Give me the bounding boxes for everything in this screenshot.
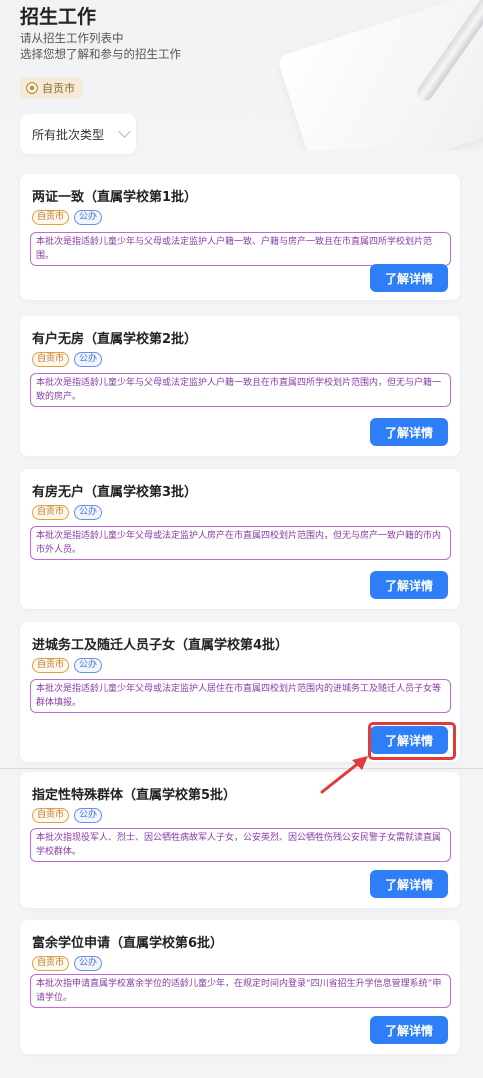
page-subtitle: 请从招生工作列表中 选择您想了解和参与的招生工作: [20, 30, 181, 62]
type-tag: 公办: [74, 808, 103, 823]
card-description: 本批次是指适龄儿童少年父母或法定监护人居住在市直属四校划片范围内的进城务工及随迁…: [30, 679, 451, 713]
card-title: 指定性特殊群体（直属学校第5批）: [32, 788, 237, 803]
card-batch-5: 指定性特殊群体（直属学校第5批） 自贡市 公办 本批次指现役军人、烈士、因公牺牲…: [20, 772, 460, 908]
card-description: 本批次指申请直属学校富余学位的适龄儿童少年，在规定时间内登录“四川省招生升学信息…: [30, 974, 451, 1008]
subtitle-line-1: 请从招生工作列表中: [20, 31, 124, 45]
header-decoration: [253, 0, 483, 150]
location-pin-icon: [26, 82, 38, 94]
card-title: 两证一致（直属学校第1批）: [32, 190, 198, 205]
card-tags: 自贡市 公办: [32, 352, 103, 367]
detail-button[interactable]: 了解详情: [370, 1016, 448, 1044]
card-description: 本批次指现役军人、烈士、因公牺牲病故军人子女，公安英烈、因公牺牲伤残公安民警子女…: [30, 828, 451, 862]
card-title: 富余学位申请（直属学校第6批）: [32, 936, 224, 951]
page-title: 招生工作: [20, 6, 97, 28]
page: 招生工作 请从招生工作列表中 选择您想了解和参与的招生工作 自贡市 所有批次类型…: [0, 0, 483, 1078]
card-title: 进城务工及随迁人员子女（直属学校第4批）: [32, 638, 289, 653]
screenshot-divider: [0, 768, 483, 769]
card-tags: 自贡市 公办: [32, 210, 103, 225]
location-label: 自贡市: [42, 82, 75, 95]
region-tag: 自贡市: [32, 505, 70, 520]
card-title: 有户无房（直属学校第2批）: [32, 332, 198, 347]
batch-type-select[interactable]: 所有批次类型: [20, 114, 136, 154]
type-tag: 公办: [74, 658, 103, 673]
annotation-arrow-icon: [320, 756, 368, 794]
card-batch-2: 有户无房（直属学校第2批） 自贡市 公办 本批次是指适龄儿童少年与父母或法定监护…: [20, 316, 460, 456]
type-tag: 公办: [74, 210, 103, 225]
region-tag: 自贡市: [32, 956, 70, 971]
card-tags: 自贡市 公办: [32, 808, 103, 823]
paper-illustration: [276, 0, 483, 150]
region-tag: 自贡市: [32, 210, 70, 225]
card-batch-4: 进城务工及随迁人员子女（直属学校第4批） 自贡市 公办 本批次是指适龄儿童少年父…: [20, 622, 460, 762]
detail-button[interactable]: 了解详情: [370, 418, 448, 446]
region-tag: 自贡市: [32, 808, 70, 823]
detail-button[interactable]: 了解详情: [370, 571, 448, 599]
type-tag: 公办: [74, 352, 103, 367]
card-batch-6: 富余学位申请（直属学校第6批） 自贡市 公办 本批次指申请直属学校富余学位的适龄…: [20, 920, 460, 1054]
detail-button[interactable]: 了解详情: [370, 726, 448, 754]
card-description: 本批次是指适龄儿童少年与父母或法定监护人户籍一致且在市直属四所学校划片范围内，但…: [30, 373, 451, 407]
card-batch-3: 有房无户（直属学校第3批） 自贡市 公办 本批次是指适龄儿童少年父母或法定监护人…: [20, 469, 460, 609]
card-tags: 自贡市 公办: [32, 505, 103, 520]
subtitle-line-2: 选择您想了解和参与的招生工作: [20, 47, 181, 61]
card-batch-1: 两证一致（直属学校第1批） 自贡市 公办 本批次是指适龄儿童少年与父母或法定监护…: [20, 174, 460, 300]
card-description: 本批次是指适龄儿童少年与父母或法定监护人户籍一致、户籍与房产一致且在市直属四所学…: [30, 232, 451, 266]
region-tag: 自贡市: [32, 352, 70, 367]
card-description: 本批次是指适龄儿童少年父母或法定监护人房产在市直属四校划片范围内，但无与房产一致…: [30, 526, 451, 560]
batch-type-value: 所有批次类型: [32, 127, 105, 142]
region-tag: 自贡市: [32, 658, 70, 673]
card-tags: 自贡市 公办: [32, 956, 103, 971]
card-tags: 自贡市 公办: [32, 658, 103, 673]
location-tag[interactable]: 自贡市: [20, 78, 82, 98]
type-tag: 公办: [74, 505, 103, 520]
detail-button[interactable]: 了解详情: [370, 870, 448, 898]
detail-button[interactable]: 了解详情: [370, 264, 448, 292]
chevron-down-icon: [118, 125, 131, 138]
card-title: 有房无户（直属学校第3批）: [32, 485, 198, 500]
type-tag: 公办: [74, 956, 103, 971]
